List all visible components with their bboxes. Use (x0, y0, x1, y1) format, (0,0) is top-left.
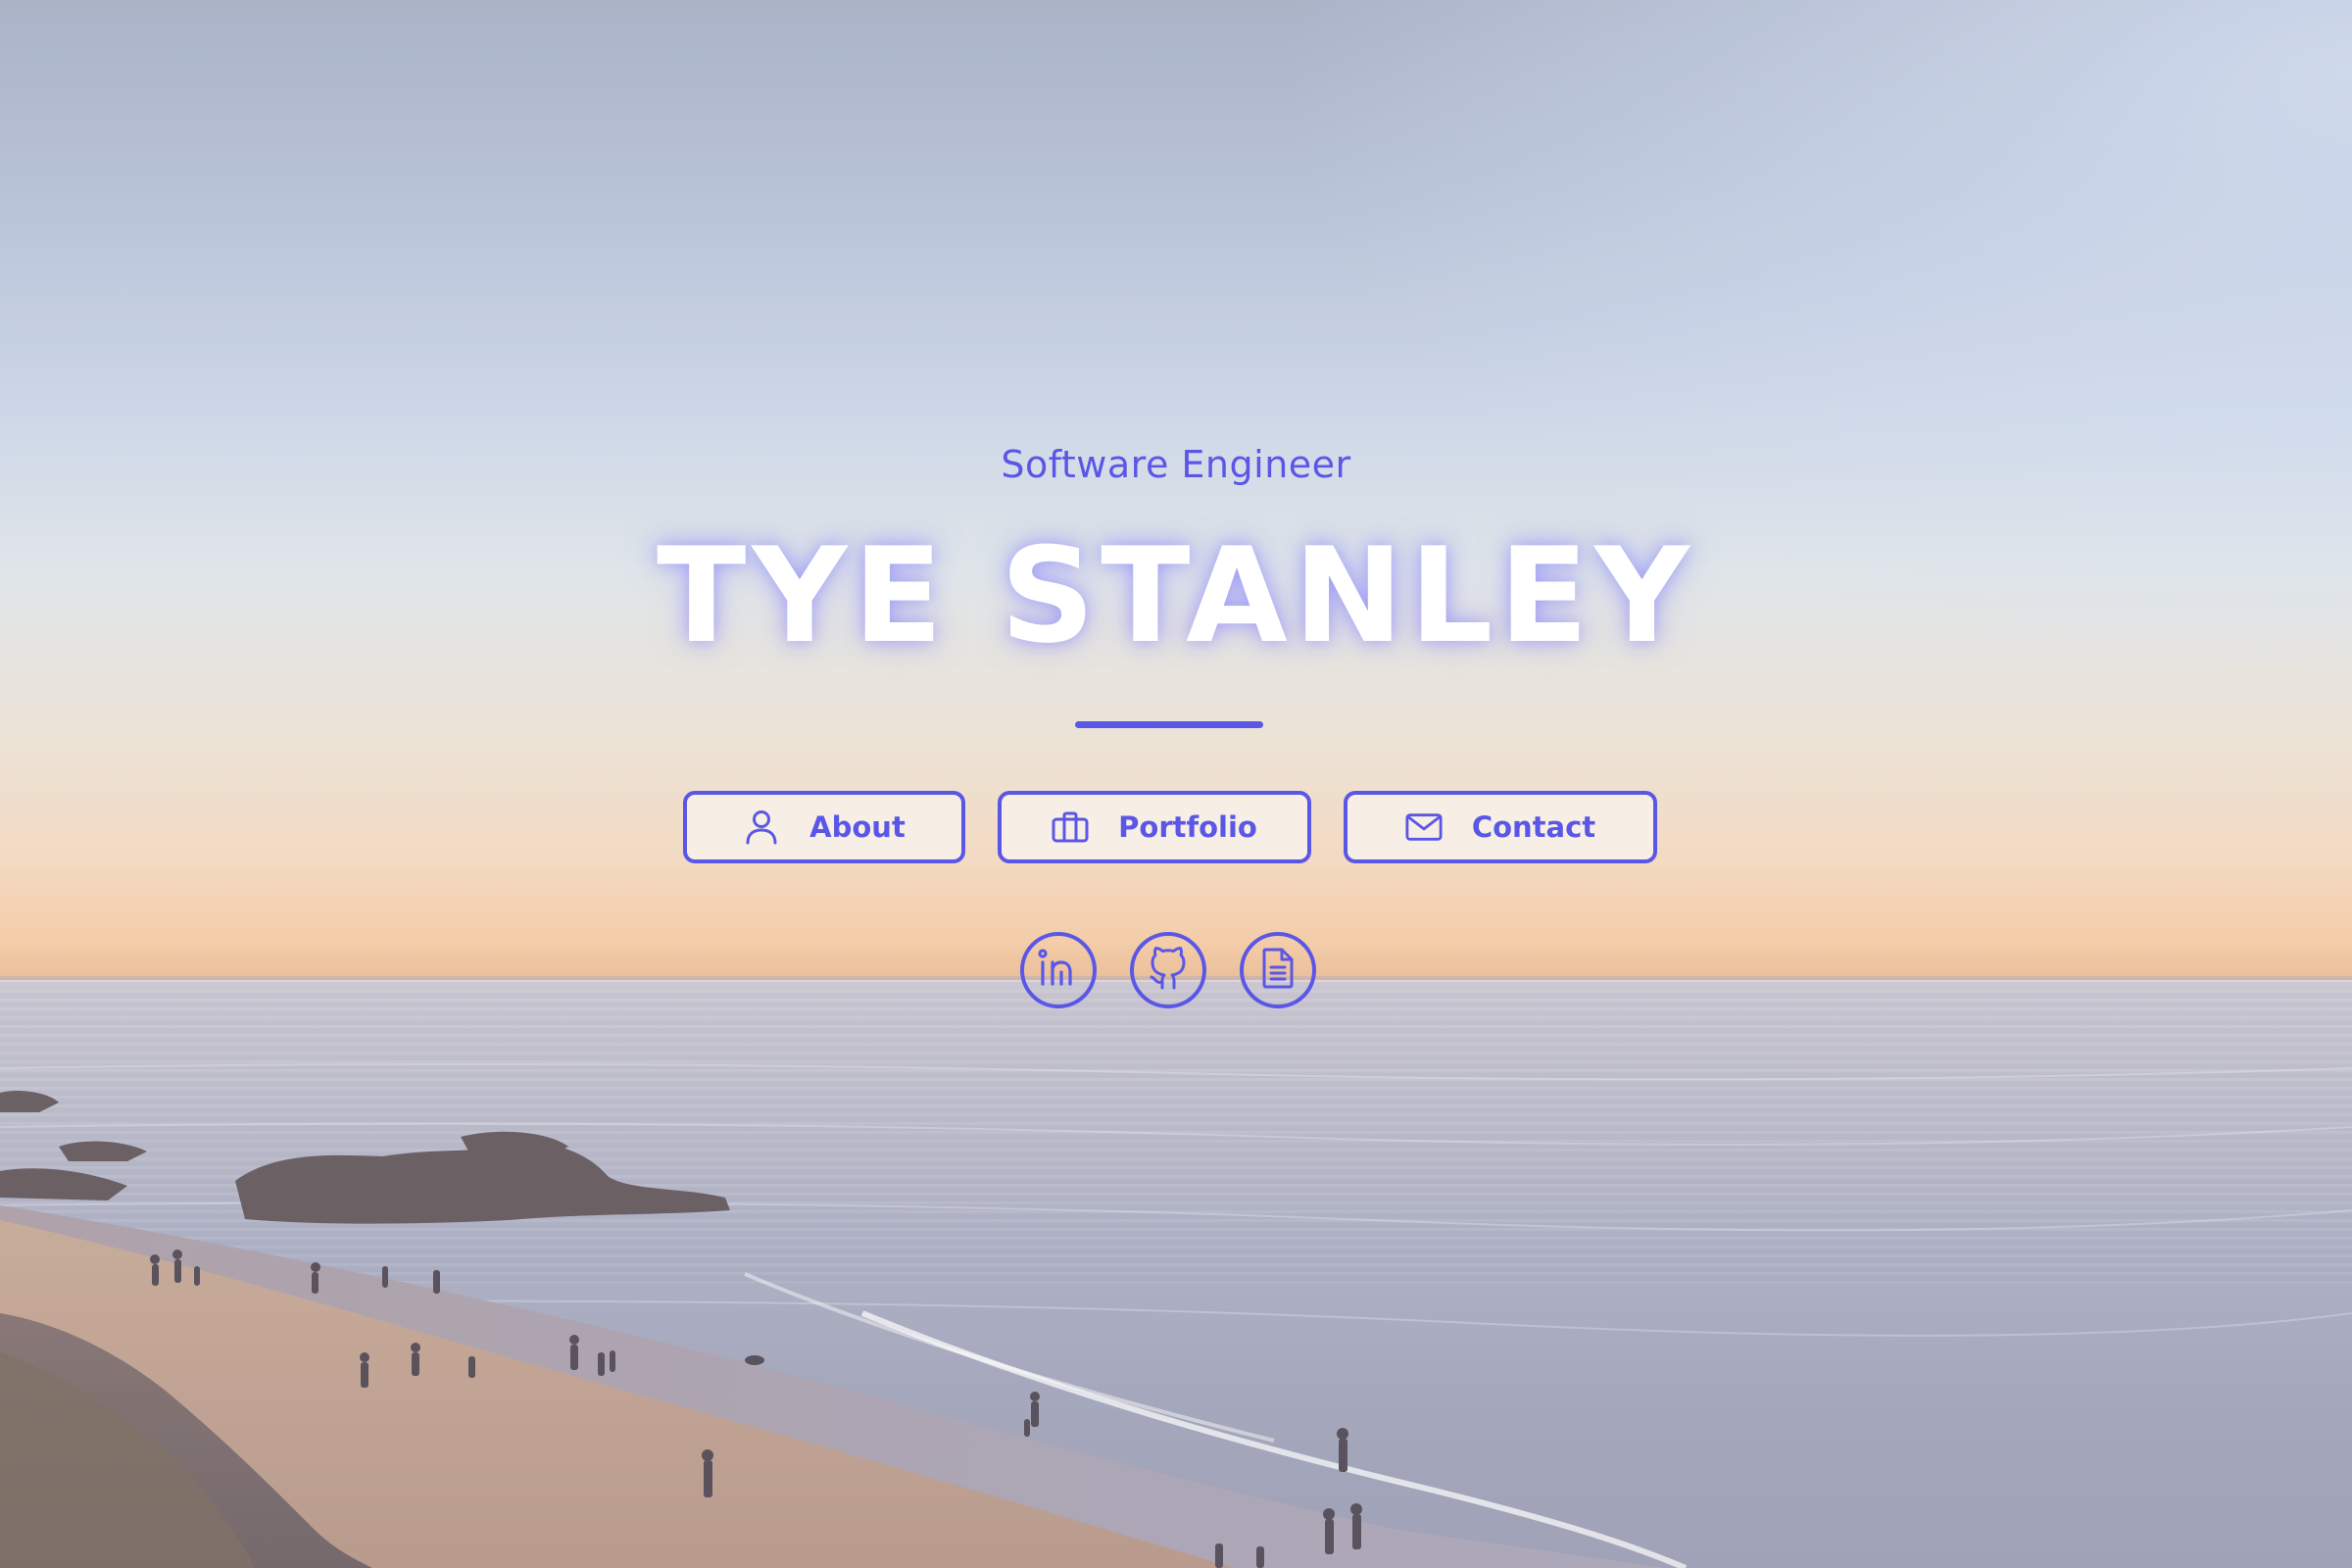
document-icon (1261, 948, 1295, 994)
github-link[interactable] (1130, 932, 1206, 1008)
linkedin-icon (1037, 948, 1080, 993)
hero-section: Software Engineer TYE STANLEY About Port… (0, 0, 2352, 1568)
hero-name-heading: TYE STANLEY (657, 519, 1695, 672)
user-icon (743, 808, 780, 846)
linkedin-link[interactable] (1020, 932, 1097, 1008)
portfolio-button-label: Portfolio (1118, 810, 1257, 844)
about-button[interactable]: About (683, 791, 965, 863)
portfolio-button[interactable]: Portfolio (998, 791, 1311, 863)
title-divider (1075, 721, 1263, 728)
contact-button[interactable]: Contact (1344, 791, 1657, 863)
contact-button-label: Contact (1471, 810, 1596, 844)
about-button-label: About (809, 810, 906, 844)
briefcase-icon (1052, 808, 1089, 846)
hero-subtitle: Software Engineer (1001, 443, 1351, 486)
nav-buttons: About Portfolio Contact (0, 791, 2352, 869)
resume-link[interactable] (1240, 932, 1316, 1008)
mail-icon (1405, 808, 1443, 846)
social-links (0, 932, 2352, 1010)
github-icon (1148, 946, 1189, 995)
landing-page: Software Engineer TYE STANLEY About Port… (0, 0, 2352, 1568)
